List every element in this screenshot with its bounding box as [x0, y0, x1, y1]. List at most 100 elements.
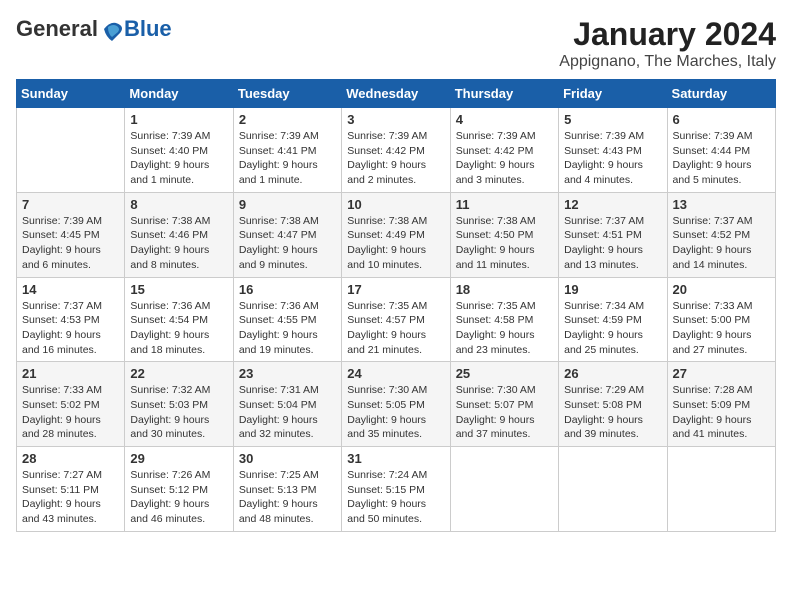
day-number: 15: [130, 282, 227, 297]
day-info: Sunrise: 7:39 AM Sunset: 4:40 PM Dayligh…: [130, 129, 227, 188]
day-number: 30: [239, 451, 336, 466]
calendar-cell: 26 Sunrise: 7:29 AM Sunset: 5:08 PM Dayli…: [559, 362, 667, 447]
calendar-cell: 23 Sunrise: 7:31 AM Sunset: 5:04 PM Dayli…: [233, 362, 341, 447]
day-number: 6: [673, 112, 770, 127]
day-info: Sunrise: 7:39 AM Sunset: 4:41 PM Dayligh…: [239, 129, 336, 188]
title-block: January 2024 Appignano, The Marches, Ita…: [559, 16, 776, 71]
calendar-cell: [667, 447, 775, 532]
calendar-cell: 1 Sunrise: 7:39 AM Sunset: 4:40 PM Daylig…: [125, 108, 233, 193]
day-number: 26: [564, 366, 661, 381]
calendar-cell: 31 Sunrise: 7:24 AM Sunset: 5:15 PM Dayli…: [342, 447, 450, 532]
day-info: Sunrise: 7:39 AM Sunset: 4:43 PM Dayligh…: [564, 129, 661, 188]
calendar-cell: 25 Sunrise: 7:30 AM Sunset: 5:07 PM Dayli…: [450, 362, 558, 447]
calendar-cell: 27 Sunrise: 7:28 AM Sunset: 5:09 PM Dayli…: [667, 362, 775, 447]
day-info: Sunrise: 7:37 AM Sunset: 4:51 PM Dayligh…: [564, 214, 661, 273]
calendar-cell: 17Sunrise: 7:35 AM Sunset: 4:57 PM Dayli…: [342, 277, 450, 362]
day-number: 13: [673, 197, 770, 212]
calendar-cell: 9Sunrise: 7:38 AM Sunset: 4:47 PM Daylig…: [233, 192, 341, 277]
day-info: Sunrise: 7:37 AM Sunset: 4:53 PM Dayligh…: [22, 299, 119, 358]
day-number: 5: [564, 112, 661, 127]
day-info: Sunrise: 7:34 AM Sunset: 4:59 PM Dayligh…: [564, 299, 661, 358]
day-number: 10: [347, 197, 444, 212]
calendar-cell: 15 Sunrise: 7:36 AM Sunset: 4:54 PM Dayli…: [125, 277, 233, 362]
calendar-cell: 2 Sunrise: 7:39 AM Sunset: 4:41 PM Daylig…: [233, 108, 341, 193]
day-number: 1: [130, 112, 227, 127]
day-info: Sunrise: 7:30 AM Sunset: 5:07 PM Dayligh…: [456, 383, 553, 442]
day-info: Sunrise: 7:33 AM Sunset: 5:00 PM Dayligh…: [673, 299, 770, 358]
day-info: Sunrise: 7:30 AM Sunset: 5:05 PM Dayligh…: [347, 383, 444, 442]
day-info: Sunrise: 7:35 AM Sunset: 4:58 PM Dayligh…: [456, 299, 553, 358]
day-info: Sunrise: 7:39 AM Sunset: 4:42 PM Dayligh…: [456, 129, 553, 188]
calendar-day-header: Sunday: [17, 80, 125, 108]
calendar-cell: 18 Sunrise: 7:35 AM Sunset: 4:58 PM Dayli…: [450, 277, 558, 362]
calendar-cell: 30Sunrise: 7:25 AM Sunset: 5:13 PM Dayli…: [233, 447, 341, 532]
calendar-cell: 3 Sunrise: 7:39 AM Sunset: 4:42 PM Daylig…: [342, 108, 450, 193]
calendar-day-header: Wednesday: [342, 80, 450, 108]
logo-general-text: General: [16, 16, 98, 42]
calendar-week-row: 21Sunrise: 7:33 AM Sunset: 5:02 PM Dayli…: [17, 362, 776, 447]
day-number: 8: [130, 197, 227, 212]
calendar-week-row: 1 Sunrise: 7:39 AM Sunset: 4:40 PM Daylig…: [17, 108, 776, 193]
calendar-day-header: Friday: [559, 80, 667, 108]
calendar-cell: 14 Sunrise: 7:37 AM Sunset: 4:53 PM Dayli…: [17, 277, 125, 362]
calendar-header-row: SundayMondayTuesdayWednesdayThursdayFrid…: [17, 80, 776, 108]
logo-blue-text: Blue: [124, 16, 172, 42]
calendar-cell: 11Sunrise: 7:38 AM Sunset: 4:50 PM Dayli…: [450, 192, 558, 277]
day-number: 2: [239, 112, 336, 127]
calendar-table: SundayMondayTuesdayWednesdayThursdayFrid…: [16, 79, 776, 532]
calendar-week-row: 7 Sunrise: 7:39 AM Sunset: 4:45 PM Daylig…: [17, 192, 776, 277]
day-number: 24: [347, 366, 444, 381]
page-header: General Blue January 2024 Appignano, The…: [16, 16, 776, 71]
calendar-cell: 28 Sunrise: 7:27 AM Sunset: 5:11 PM Dayli…: [17, 447, 125, 532]
logo: General Blue: [16, 16, 172, 42]
calendar-cell: 12 Sunrise: 7:37 AM Sunset: 4:51 PM Dayli…: [559, 192, 667, 277]
calendar-cell: 10 Sunrise: 7:38 AM Sunset: 4:49 PM Dayli…: [342, 192, 450, 277]
calendar-week-row: 28 Sunrise: 7:27 AM Sunset: 5:11 PM Dayli…: [17, 447, 776, 532]
day-info: Sunrise: 7:36 AM Sunset: 4:55 PM Dayligh…: [239, 299, 336, 358]
day-number: 20: [673, 282, 770, 297]
day-number: 12: [564, 197, 661, 212]
day-number: 14: [22, 282, 119, 297]
calendar-cell: 19 Sunrise: 7:34 AM Sunset: 4:59 PM Dayli…: [559, 277, 667, 362]
day-number: 27: [673, 366, 770, 381]
day-info: Sunrise: 7:33 AM Sunset: 5:02 PM Dayligh…: [22, 383, 119, 442]
calendar-day-header: Saturday: [667, 80, 775, 108]
day-number: 7: [22, 197, 119, 212]
calendar-cell: 6Sunrise: 7:39 AM Sunset: 4:44 PM Daylig…: [667, 108, 775, 193]
day-number: 28: [22, 451, 119, 466]
calendar-cell: 22Sunrise: 7:32 AM Sunset: 5:03 PM Dayli…: [125, 362, 233, 447]
calendar-cell: 8Sunrise: 7:38 AM Sunset: 4:46 PM Daylig…: [125, 192, 233, 277]
day-number: 19: [564, 282, 661, 297]
day-number: 31: [347, 451, 444, 466]
day-info: Sunrise: 7:38 AM Sunset: 4:50 PM Dayligh…: [456, 214, 553, 273]
calendar-cell: 7 Sunrise: 7:39 AM Sunset: 4:45 PM Daylig…: [17, 192, 125, 277]
calendar-cell: 29 Sunrise: 7:26 AM Sunset: 5:12 PM Dayli…: [125, 447, 233, 532]
calendar-cell: 16Sunrise: 7:36 AM Sunset: 4:55 PM Dayli…: [233, 277, 341, 362]
day-info: Sunrise: 7:37 AM Sunset: 4:52 PM Dayligh…: [673, 214, 770, 273]
day-info: Sunrise: 7:39 AM Sunset: 4:42 PM Dayligh…: [347, 129, 444, 188]
day-number: 22: [130, 366, 227, 381]
day-number: 17: [347, 282, 444, 297]
day-info: Sunrise: 7:38 AM Sunset: 4:49 PM Dayligh…: [347, 214, 444, 273]
day-number: 25: [456, 366, 553, 381]
day-info: Sunrise: 7:27 AM Sunset: 5:11 PM Dayligh…: [22, 468, 119, 527]
day-number: 18: [456, 282, 553, 297]
calendar-day-header: Monday: [125, 80, 233, 108]
day-info: Sunrise: 7:31 AM Sunset: 5:04 PM Dayligh…: [239, 383, 336, 442]
day-number: 29: [130, 451, 227, 466]
day-number: 4: [456, 112, 553, 127]
calendar-cell: 5 Sunrise: 7:39 AM Sunset: 4:43 PM Daylig…: [559, 108, 667, 193]
calendar-cell: [450, 447, 558, 532]
calendar-cell: 13 Sunrise: 7:37 AM Sunset: 4:52 PM Dayli…: [667, 192, 775, 277]
day-number: 3: [347, 112, 444, 127]
calendar-cell: 24 Sunrise: 7:30 AM Sunset: 5:05 PM Dayli…: [342, 362, 450, 447]
day-info: Sunrise: 7:39 AM Sunset: 4:45 PM Dayligh…: [22, 214, 119, 273]
day-info: Sunrise: 7:28 AM Sunset: 5:09 PM Dayligh…: [673, 383, 770, 442]
day-info: Sunrise: 7:36 AM Sunset: 4:54 PM Dayligh…: [130, 299, 227, 358]
day-info: Sunrise: 7:26 AM Sunset: 5:12 PM Dayligh…: [130, 468, 227, 527]
calendar-cell: [559, 447, 667, 532]
calendar-cell: 20 Sunrise: 7:33 AM Sunset: 5:00 PM Dayli…: [667, 277, 775, 362]
day-info: Sunrise: 7:24 AM Sunset: 5:15 PM Dayligh…: [347, 468, 444, 527]
day-number: 23: [239, 366, 336, 381]
day-info: Sunrise: 7:29 AM Sunset: 5:08 PM Dayligh…: [564, 383, 661, 442]
